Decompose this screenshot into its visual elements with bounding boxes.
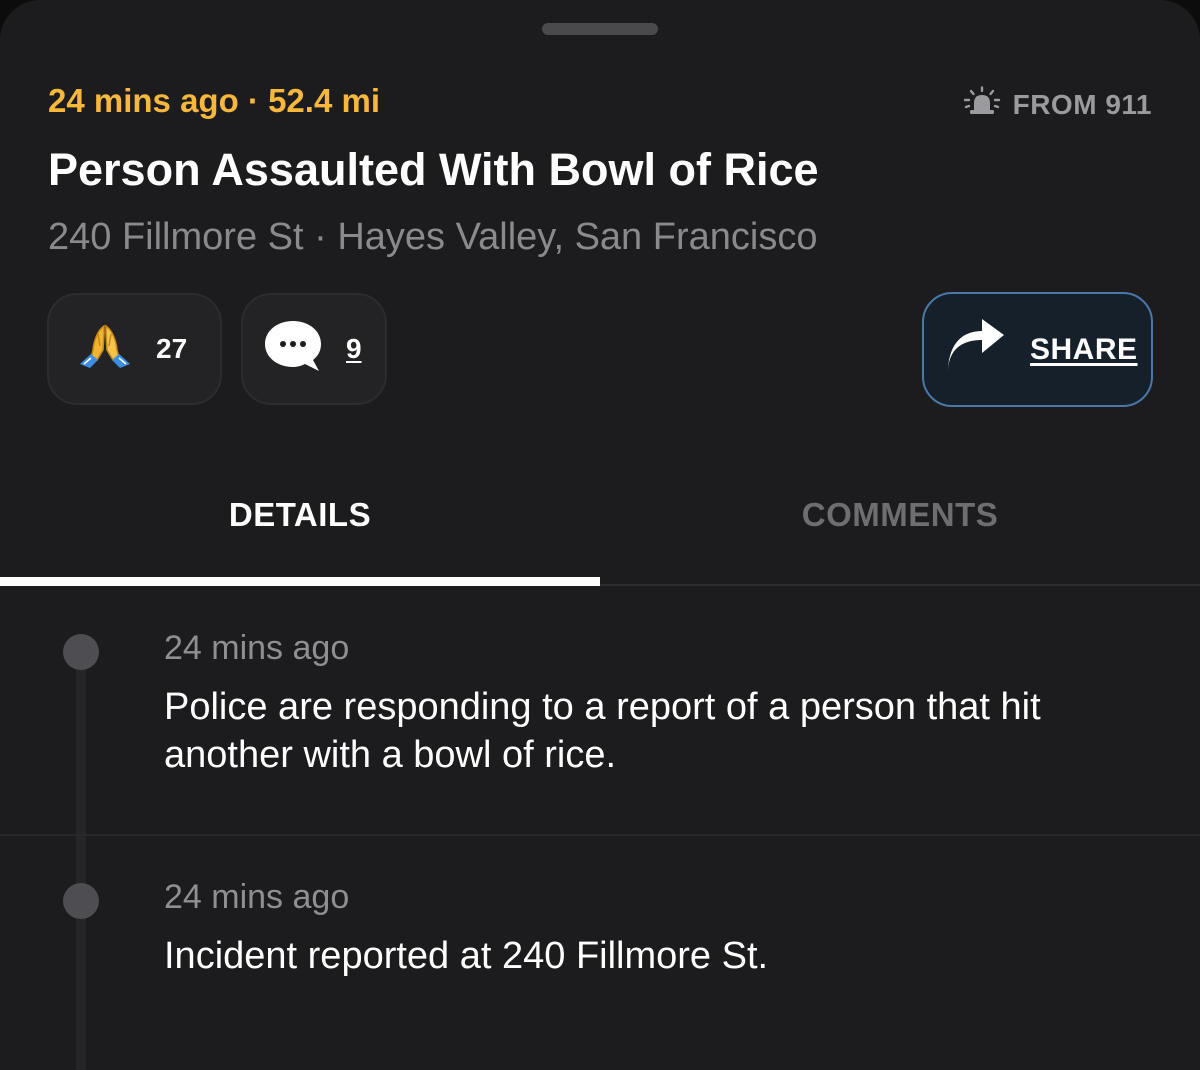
incident-title: Person Assaulted With Bowl of Rice (48, 144, 819, 195)
update-time: 24 mins ago (164, 878, 350, 916)
tab-comments[interactable]: COMMENTS (600, 496, 1200, 534)
tab-details[interactable]: DETAILS (0, 496, 600, 534)
incident-address: 240 Fillmore St · Hayes Valley, San Fran… (48, 216, 817, 259)
drag-handle[interactable] (542, 23, 658, 35)
siren-icon (963, 86, 1001, 123)
update-time: 24 mins ago (164, 629, 350, 667)
meta-separator: · (247, 82, 259, 119)
share-label: SHARE (1030, 332, 1138, 366)
share-arrow-icon (946, 317, 1006, 383)
praying-hands-icon (76, 320, 134, 379)
neighborhood: Hayes Valley, San Francisco (337, 216, 818, 258)
source-badge: FROM 911 (963, 86, 1152, 123)
update-text: Police are responding to a report of a p… (164, 686, 1041, 776)
incident-sheet: 24 mins ago · 52.4 mi FROM 911 Person As… (0, 0, 1200, 1070)
timeline-dot (63, 634, 99, 670)
time-ago: 24 mins ago (48, 82, 239, 119)
source-label: FROM 911 (1012, 88, 1152, 120)
comments-count: 9 (346, 333, 362, 364)
update-divider (0, 834, 1200, 836)
address-separator: · (314, 216, 327, 258)
comments-button[interactable]: 9 (241, 293, 387, 405)
update-text: Incident reported at 240 Fillmore St. (164, 935, 769, 977)
reactions-button[interactable]: 27 (47, 293, 222, 405)
incident-meta: 24 mins ago · 52.4 mi (48, 82, 380, 120)
reactions-count: 27 (156, 333, 188, 364)
timeline-dot (63, 883, 99, 919)
street-address: 240 Fillmore St (48, 216, 304, 258)
distance: 52.4 mi (268, 82, 380, 119)
share-button[interactable]: SHARE (922, 292, 1153, 407)
active-tab-indicator (0, 577, 600, 586)
timeline-line (76, 652, 86, 1070)
speech-bubble-icon (263, 317, 325, 382)
